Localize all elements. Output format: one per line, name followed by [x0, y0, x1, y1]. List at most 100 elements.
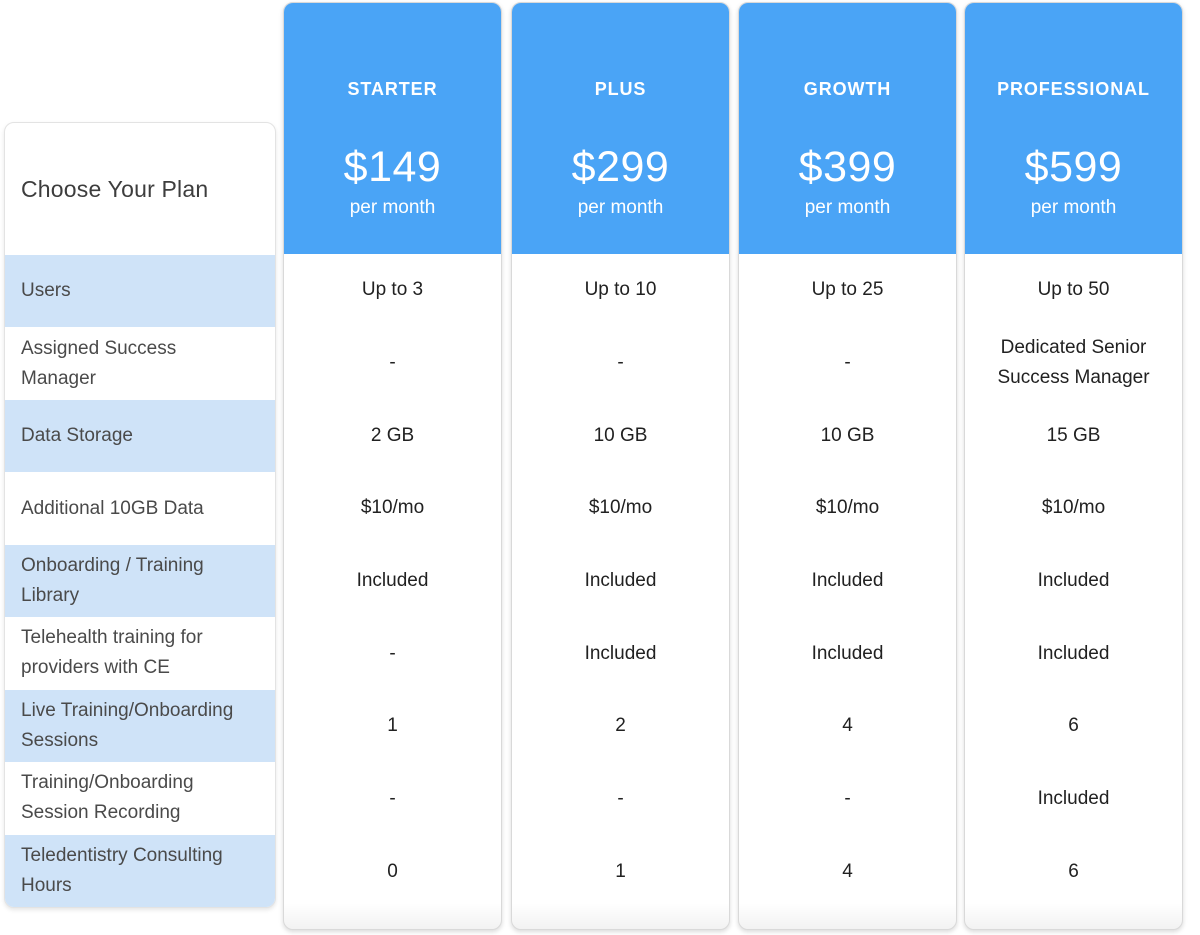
plan-value-row: $10/mo: [284, 472, 501, 545]
plan-value-row: Included: [739, 617, 956, 690]
plan-value: Dedicated Senior Success Manager: [987, 333, 1160, 393]
plan-values: Up to 50 Dedicated Senior Success Manager…: [965, 254, 1182, 908]
plan-value-row: 10 GB: [512, 399, 729, 472]
pricing-table: Choose Your Plan Users Assigned Success M…: [0, 0, 1200, 935]
plan-billing-period: per month: [283, 196, 502, 220]
plan-value: -: [389, 639, 395, 669]
plan-value: -: [389, 348, 395, 378]
feature-label: Training/Onboarding Session Recording: [21, 768, 255, 828]
plan-value: Up to 10: [585, 275, 657, 305]
plan-name: STARTER: [283, 76, 502, 102]
plan-value-row: Up to 10: [512, 254, 729, 327]
plan-value-row: -: [284, 327, 501, 400]
plan-value: Up to 50: [1038, 275, 1110, 305]
plan-value-row: Dedicated Senior Success Manager: [965, 327, 1182, 400]
plan-value: 10 GB: [594, 421, 648, 451]
plan-value: $10/mo: [816, 493, 879, 523]
plan-card-growth: GROWTH$399per month Up to 25 - 10 GB $10/mo I…: [738, 2, 957, 930]
plan-value: -: [844, 348, 850, 378]
plan-value-row: Up to 50: [965, 254, 1182, 327]
plan-value-row: -: [739, 763, 956, 836]
feature-row: Live Training/Onboarding Sessions: [5, 690, 275, 762]
plan-value: 4: [842, 857, 853, 887]
plan-value: Up to 3: [362, 275, 423, 305]
plan-value-row: Included: [965, 763, 1182, 836]
feature-row: Onboarding / Training Library: [5, 545, 275, 617]
plan-value-row: -: [284, 763, 501, 836]
plan-name: GROWTH: [738, 76, 957, 102]
plan-header: PLUS$299per month: [511, 2, 730, 254]
plan-value: 2: [615, 711, 626, 741]
plan-values: Up to 25 - 10 GB $10/mo Included Included 4 - 4: [739, 254, 956, 908]
plan-value: $10/mo: [1042, 493, 1105, 523]
plan-name: PROFESSIONAL: [964, 76, 1183, 102]
feature-row: Teledentistry Consulting Hours: [5, 835, 275, 907]
plan-value-row: 15 GB: [965, 399, 1182, 472]
plan-value: -: [389, 784, 395, 814]
plan-price: $599: [964, 140, 1183, 194]
plan-value-row: 4: [739, 690, 956, 763]
plan-value: 1: [387, 711, 398, 741]
feature-label: Data Storage: [21, 421, 133, 451]
plan-value: $10/mo: [589, 493, 652, 523]
plan-card-starter: STARTER $149per month Up to 3 - 2 GB $10/mo In…: [283, 2, 502, 930]
feature-row: Additional 10GB Data: [5, 472, 275, 544]
plan-value: Included: [812, 639, 884, 669]
plan-value-row: Included: [512, 545, 729, 618]
plan-value: 6: [1068, 857, 1079, 887]
feature-row: Users: [5, 255, 275, 327]
plan-billing-period: per month: [964, 196, 1183, 220]
plan-value-row: 1: [512, 835, 729, 908]
plan-value: Included: [812, 566, 884, 596]
plan-value-row: 4: [739, 835, 956, 908]
plan-billing-period: per month: [738, 196, 957, 220]
feature-label: Telehealth training for providers with C…: [21, 623, 255, 683]
plan-value-row: $10/mo: [512, 472, 729, 545]
plan-value-row: 1: [284, 690, 501, 763]
plan-value-row: 6: [965, 690, 1182, 763]
feature-label: Additional 10GB Data: [21, 494, 204, 524]
plan-value-row: -: [739, 327, 956, 400]
feature-label: Assigned Success Manager: [21, 334, 255, 394]
plan-value: 1: [615, 857, 626, 887]
plan-value-row: Included: [512, 617, 729, 690]
plan-value: Included: [357, 566, 429, 596]
plan-value-row: $10/mo: [965, 472, 1182, 545]
feature-row: Data Storage: [5, 400, 275, 472]
plan-feature-sidebar: Choose Your Plan Users Assigned Success M…: [4, 122, 276, 908]
plan-price: $149: [283, 140, 502, 194]
plan-name: PLUS: [511, 76, 730, 102]
plan-value: Included: [1038, 639, 1110, 669]
plan-value-row: -: [284, 617, 501, 690]
feature-rows: Users Assigned Success Manager Data Storag…: [5, 255, 275, 907]
page-title: Choose Your Plan: [5, 123, 275, 255]
plan-card-plus: PLUS$299per month Up to 10 - 10 GB $10/mo Inc…: [511, 2, 730, 930]
plan-value: Included: [1038, 784, 1110, 814]
feature-label: Onboarding / Training Library: [21, 551, 255, 611]
plan-value: $10/mo: [361, 493, 424, 523]
plan-value-row: 6: [965, 835, 1182, 908]
plan-value-row: -: [512, 327, 729, 400]
feature-label: Users: [21, 276, 71, 306]
plan-header: STARTER $149per month: [283, 2, 502, 254]
plan-values: Up to 10-10 GB$10/moIncludedIncluded2-1: [512, 254, 729, 908]
feature-label: Live Training/Onboarding Sessions: [21, 696, 255, 756]
plan-value-row: Up to 3: [284, 254, 501, 327]
plan-value: 10 GB: [821, 421, 875, 451]
plan-value-row: 10 GB: [739, 399, 956, 472]
feature-label: Teledentistry Consulting Hours: [21, 841, 255, 901]
plan-value: Included: [585, 566, 657, 596]
feature-row: Assigned Success Manager: [5, 327, 275, 399]
plan-value-row: Included: [965, 545, 1182, 618]
plan-value: Up to 25: [812, 275, 884, 305]
plan-values: Up to 3 - 2 GB $10/mo Included - 1 - 0: [284, 254, 501, 908]
feature-row: Training/Onboarding Session Recording: [5, 762, 275, 834]
plan-value: -: [844, 784, 850, 814]
plan-value: 0: [387, 857, 398, 887]
plan-header: PROFESSIONAL $599per month: [964, 2, 1183, 254]
plan-header: GROWTH$399per month: [738, 2, 957, 254]
plan-value: 6: [1068, 711, 1079, 741]
plan-card-professional: PROFESSIONAL $599per month Up to 50 Dedicat…: [964, 2, 1183, 930]
plan-value: Included: [1038, 566, 1110, 596]
plan-value-row: 2 GB: [284, 399, 501, 472]
